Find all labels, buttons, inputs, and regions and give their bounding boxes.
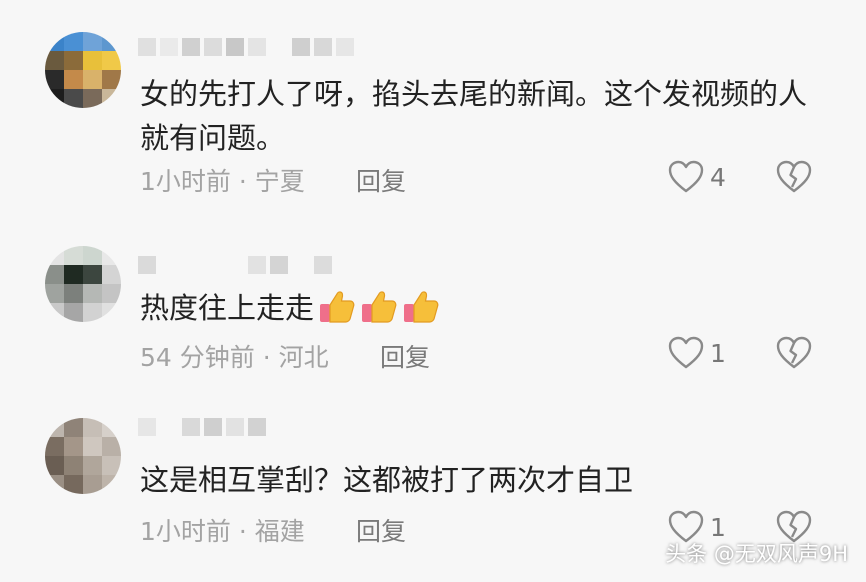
like-button[interactable]: 4: [668, 160, 726, 194]
reply-button[interactable]: 回复: [356, 162, 406, 198]
comment-meta: 1小时前 · 宁夏: [140, 167, 305, 196]
avatar[interactable]: [45, 246, 121, 322]
emoji-group: [314, 291, 440, 325]
comment-text-body: 热度往上走走: [140, 291, 315, 325]
username-mosaic[interactable]: [138, 38, 354, 56]
heart-icon: [668, 336, 704, 369]
avatar[interactable]: [45, 32, 121, 108]
broken-heart-icon: [776, 336, 812, 369]
username-mosaic[interactable]: [138, 256, 332, 274]
like-count: 1: [710, 338, 726, 368]
comment-text: 热度往上走走: [140, 286, 820, 330]
comment-text: 这是相互掌刮？这都被打了两次才自卫: [140, 463, 634, 497]
comment-text: 女的先打人了呀，掐头去尾的新闻。这个发视频的人就有问题。: [140, 77, 808, 155]
like-button[interactable]: 1: [668, 336, 726, 370]
like-count: 4: [710, 162, 726, 192]
avatar[interactable]: [45, 418, 121, 494]
broken-heart-icon: [776, 160, 812, 193]
comment-meta: 54 分钟前 · 河北: [140, 343, 329, 372]
thumbs-up-icon: [362, 291, 397, 323]
reply-button[interactable]: 回复: [380, 338, 430, 374]
heart-icon: [668, 160, 704, 193]
dislike-button[interactable]: [776, 336, 812, 374]
comment-meta: 1小时前 · 福建: [140, 517, 305, 546]
watermark: 头条 @无双风声9H: [665, 542, 848, 566]
thumbs-up-icon: [320, 291, 355, 323]
dislike-button[interactable]: [776, 160, 812, 198]
username-mosaic[interactable]: [138, 418, 266, 436]
thumbs-up-icon: [404, 291, 439, 323]
reply-button[interactable]: 回复: [356, 512, 406, 548]
